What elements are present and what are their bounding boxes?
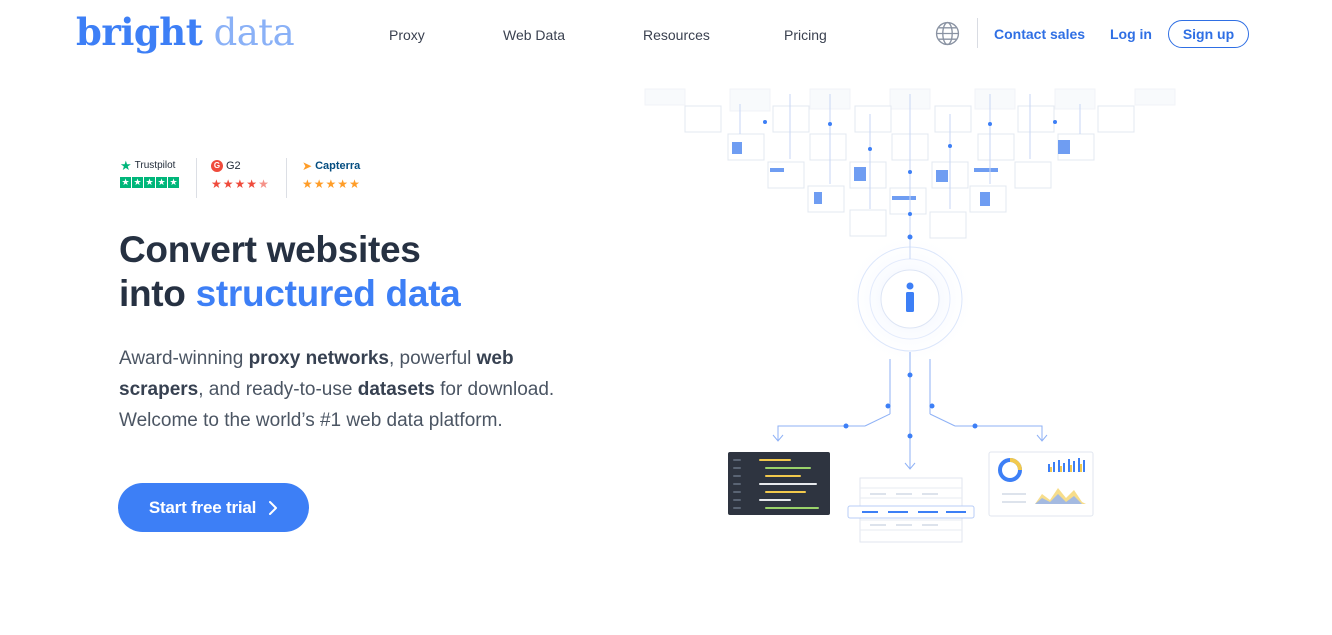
header-divider bbox=[977, 18, 978, 48]
table-panel bbox=[847, 477, 975, 543]
logo-part1: bright bbox=[76, 10, 203, 54]
hero-title-accent: structured data bbox=[195, 273, 461, 314]
start-free-trial-button[interactable]: Start free trial bbox=[118, 483, 309, 532]
sign-up-button[interactable]: Sign up bbox=[1168, 20, 1249, 48]
trustpilot-stars: ★ ★ ★ ★ ★ bbox=[120, 177, 179, 188]
hero-title-line2: into structured data bbox=[119, 272, 461, 316]
g2-stars: ★ ★ ★ ★ ★ bbox=[211, 177, 269, 191]
cta-label: Start free trial bbox=[148, 497, 257, 517]
sign-up-label: Sign up bbox=[1182, 26, 1235, 42]
datasets-emphasis: datasets bbox=[357, 379, 435, 400]
nav-item-pricing[interactable]: Pricing bbox=[784, 27, 827, 43]
log-in-link[interactable]: Log in bbox=[1110, 26, 1152, 42]
nav-item-resources[interactable]: Resources bbox=[643, 27, 710, 43]
proxy-networks-emphasis: proxy networks bbox=[248, 348, 389, 369]
rating-name-g2: G2 bbox=[226, 160, 241, 172]
logo-part2: data bbox=[213, 11, 295, 54]
rating-capterra[interactable]: ➤ Capterra ★ ★ ★ ★ ★ bbox=[302, 158, 361, 191]
rating-divider bbox=[196, 158, 197, 198]
code-panel bbox=[728, 452, 830, 515]
nav-item-web-data[interactable]: Web Data bbox=[503, 27, 565, 43]
rating-name-capterra: Capterra bbox=[315, 160, 361, 172]
rating-name-trustpilot: Trustpilot bbox=[134, 160, 176, 171]
hero-title-prefix: into bbox=[119, 273, 196, 314]
info-hub bbox=[842, 231, 978, 367]
capterra-logo-icon: ➤ bbox=[302, 158, 313, 173]
contact-sales-link[interactable]: Contact sales bbox=[994, 26, 1085, 42]
rating-g2[interactable]: G G2 ★ ★ ★ ★ ★ bbox=[211, 160, 269, 190]
rating-trustpilot[interactable]: ★ Trustpilot ★ ★ ★ ★ ★ bbox=[120, 158, 179, 188]
rating-divider bbox=[286, 158, 287, 198]
hero-lead: Award-winning proxy networks, powerful w… bbox=[119, 348, 555, 431]
globe-icon[interactable] bbox=[935, 21, 960, 46]
dashboard-panel bbox=[988, 451, 1094, 517]
top-web-page-cards bbox=[644, 88, 1176, 239]
chevron-right-icon bbox=[269, 500, 278, 515]
data-flow-illustration bbox=[644, 88, 1176, 543]
hero-title: Convert websites into structured data bbox=[119, 228, 461, 316]
g2-logo-icon: G bbox=[211, 160, 223, 172]
trustpilot-star-icon: ★ bbox=[120, 158, 132, 173]
brand-logo[interactable]: bright data bbox=[76, 10, 295, 55]
nav-item-proxy[interactable]: Proxy bbox=[389, 27, 425, 43]
hero-title-line1: Convert websites bbox=[119, 229, 421, 270]
capterra-stars: ★ ★ ★ ★ ★ bbox=[302, 177, 360, 191]
output-flow-lines bbox=[772, 352, 1048, 470]
